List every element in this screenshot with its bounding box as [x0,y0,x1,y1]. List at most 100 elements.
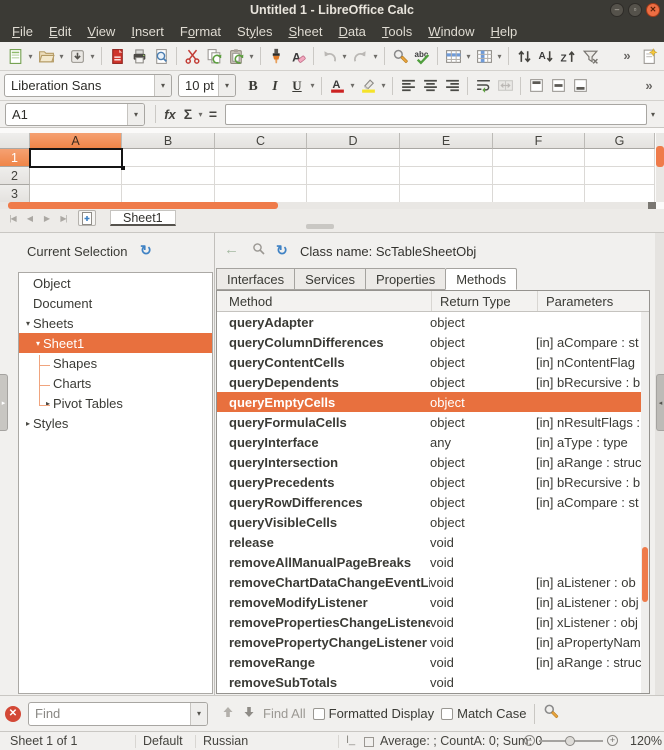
font-name-dropdown[interactable]: ▾ [154,75,171,96]
zoom-slider-handle[interactable] [565,736,575,746]
find-previous-icon[interactable] [221,705,235,722]
cell-G1[interactable] [585,149,655,167]
method-row[interactable]: removeRange void [in] aRange : struc [217,652,641,672]
cut-button[interactable] [181,45,203,67]
cell-A3[interactable] [30,185,122,203]
align-top-button[interactable] [525,75,547,97]
splitter-handle[interactable] [306,224,334,229]
row-button[interactable] [442,45,464,67]
method-row[interactable]: release void [217,532,641,552]
column-header-C[interactable]: C [215,133,307,149]
selection-stats[interactable]: Average: ; CountA: 0; Sum: 0 [380,734,542,748]
align-vcenter-button[interactable] [547,75,569,97]
vertical-scrollbar[interactable] [656,133,664,202]
zoom-out-icon[interactable]: − [524,735,535,746]
menu-sheet[interactable]: Sheet [280,22,330,41]
spelling-button[interactable]: abc [411,45,433,67]
column-header-D[interactable]: D [307,133,400,149]
italic-button[interactable]: I [264,75,286,97]
tree-item-styles[interactable]: ▸Styles [19,413,212,433]
paste-dropdown[interactable]: ▾ [247,52,256,61]
refresh-object-icon[interactable]: ↻ [276,242,288,259]
align-right-button[interactable] [441,75,463,97]
expander-icon[interactable]: ▾ [23,319,33,328]
name-box[interactable]: A1 ▾ [5,103,145,126]
clone-formatting-button[interactable] [265,45,287,67]
redo-button[interactable] [349,45,371,67]
sum-dropdown[interactable]: ▾ [196,110,205,119]
column-header-method[interactable]: Method [217,291,432,311]
highlight-color-dropdown[interactable]: ▾ [379,81,388,90]
cell-C1[interactable] [215,149,307,167]
function-wizard-button[interactable]: fx [160,107,180,122]
find-replace-button[interactable] [389,45,411,67]
tab-interfaces[interactable]: Interfaces [216,268,294,290]
method-row[interactable]: removePropertiesChangeListener void [in]… [217,612,641,632]
methods-table-scrollbar[interactable] [641,312,649,693]
row-header-1[interactable]: 1 [0,149,30,167]
tab-services[interactable]: Services [294,268,365,290]
export-pdf-button[interactable] [106,45,128,67]
zoom-in-icon[interactable]: + [607,735,618,746]
open-button[interactable] [35,45,57,67]
new-button[interactable] [4,45,26,67]
sort-ascending-button[interactable]: A [535,45,557,67]
cell-C2[interactable] [215,167,307,185]
previous-sheet-button[interactable]: ◀ [21,210,38,226]
find-input[interactable]: Find ▾ [28,702,208,726]
menu-help[interactable]: Help [483,22,526,41]
column-header-parameters[interactable]: Parameters [538,291,649,311]
tab-methods[interactable]: Methods [445,268,517,290]
selection-mode-icon[interactable] [364,736,374,750]
menu-window[interactable]: Window [420,22,482,41]
cell-D1[interactable] [307,149,400,167]
method-row[interactable]: queryRowDifferences object [in] aCompare… [217,492,641,512]
highlight-color-button[interactable] [357,75,379,97]
search-icon[interactable] [252,242,266,261]
menu-insert[interactable]: Insert [123,22,172,41]
expand-formula-bar-icon[interactable]: ▾ [647,110,659,119]
method-row[interactable]: queryIntersection object [in] aRange : s… [217,452,641,472]
back-icon[interactable]: ← [224,241,239,258]
menu-tools[interactable]: Tools [374,22,420,41]
column-button[interactable] [473,45,495,67]
align-left-button[interactable] [397,75,419,97]
new-dropdown[interactable]: ▾ [26,52,35,61]
method-row[interactable]: queryEmptyCells object [217,392,641,412]
cell-B2[interactable] [122,167,215,185]
row-header-2[interactable]: 2 [0,167,30,185]
menu-format[interactable]: Format [172,22,229,41]
bold-button[interactable]: B [242,75,264,97]
find-all-button[interactable]: Find All [263,706,306,721]
cell-E3[interactable] [400,185,493,203]
expander-icon[interactable]: ▸ [23,419,33,428]
save-dropdown[interactable]: ▾ [88,52,97,61]
print-preview-button[interactable] [150,45,172,67]
method-row[interactable]: queryColumnDifferences object [in] aComp… [217,332,641,352]
redo-dropdown[interactable]: ▾ [371,52,380,61]
method-row[interactable]: removePropertyChangeListener void [in] a… [217,632,641,652]
cell-G3[interactable] [585,185,655,203]
open-dropdown[interactable]: ▾ [57,52,66,61]
cell-E1[interactable] [400,149,493,167]
clear-formatting-button[interactable]: A [287,45,309,67]
font-name-combo[interactable]: Liberation Sans ▾ [4,74,172,97]
tree-item-charts[interactable]: Charts [19,373,212,393]
menu-styles[interactable]: Styles [229,22,280,41]
left-panel-grip[interactable]: ▸ [0,374,8,431]
last-sheet-button[interactable]: ▶| [55,210,72,226]
tree-item-sheet1[interactable]: ▾Sheet1 [19,333,212,353]
method-row[interactable]: queryDependents object [in] bRecursive :… [217,372,641,392]
menu-edit[interactable]: Edit [41,22,79,41]
cell-F3[interactable] [493,185,585,203]
match-case-label[interactable]: Match Case [457,706,526,721]
zoom-slider[interactable] [539,740,603,742]
menu-data[interactable]: Data [330,22,373,41]
menu-file[interactable]: File [4,22,41,41]
align-center-button[interactable] [419,75,441,97]
undo-button[interactable] [318,45,340,67]
underline-button[interactable]: U [286,75,308,97]
page-star-button[interactable] [638,45,660,67]
method-row[interactable]: queryPrecedents object [in] bRecursive :… [217,472,641,492]
method-row[interactable]: queryContentCells object [in] nContentFl… [217,352,641,372]
